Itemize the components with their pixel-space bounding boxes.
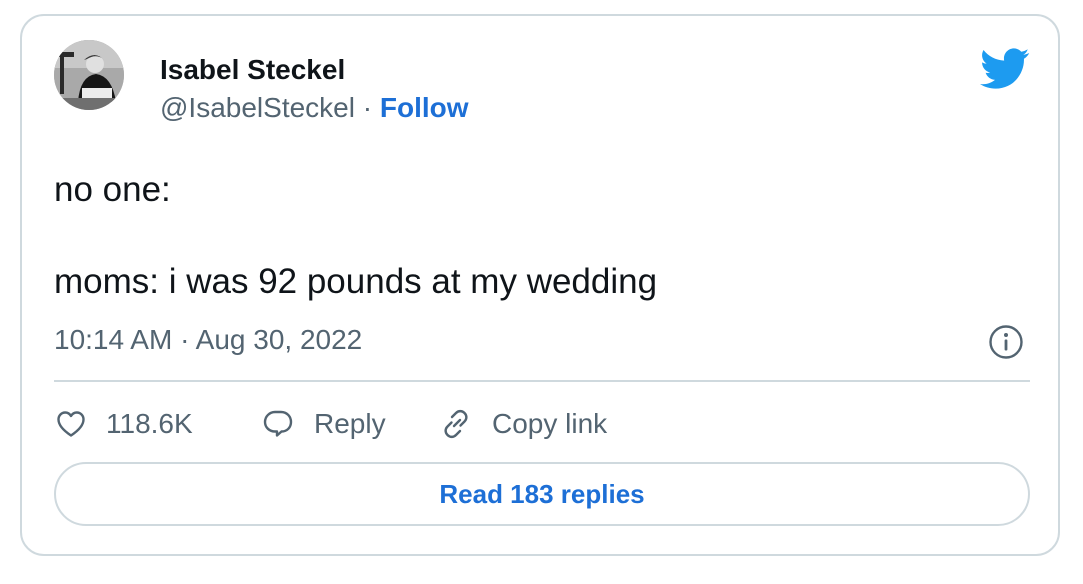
avatar-photo [54, 40, 124, 110]
author-handle[interactable]: @IsabelSteckel [160, 92, 355, 123]
avatar[interactable] [54, 40, 124, 110]
tweet-card: Isabel Steckel @IsabelSteckel · Follow n… [20, 14, 1060, 556]
tweet-time: 10:14 AM [54, 324, 173, 355]
divider [54, 380, 1030, 382]
heart-icon [57, 411, 85, 437]
copy-link-button[interactable]: Copy link [440, 402, 607, 446]
like-count: 118.6K [106, 408, 193, 439]
speech-bubble-icon [263, 410, 293, 437]
follow-button[interactable]: Follow [380, 92, 469, 123]
read-replies-button[interactable]: Read 183 replies [54, 462, 1030, 526]
like-button[interactable]: 118.6K [56, 402, 193, 446]
tweet-timestamp[interactable]: 10:14 AM · Aug 30, 2022 [54, 324, 362, 356]
reply-label: Reply [314, 408, 386, 439]
tweet-text-line: moms: i was 92 pounds at my wedding [54, 262, 658, 301]
twitter-bird-icon[interactable] [980, 48, 1030, 90]
handle-row: @IsabelSteckel · Follow [160, 92, 469, 124]
tweet-text-line: no one: [54, 170, 171, 209]
info-icon[interactable] [988, 324, 1024, 360]
tweet-date: Aug 30, 2022 [195, 324, 363, 355]
timestamp-separator: · [180, 324, 190, 355]
author-name[interactable]: Isabel Steckel [160, 54, 345, 86]
reply-button[interactable]: Reply [262, 402, 386, 446]
link-icon [444, 409, 468, 439]
copy-link-label: Copy link [492, 408, 608, 439]
handle-separator: · [362, 92, 373, 123]
